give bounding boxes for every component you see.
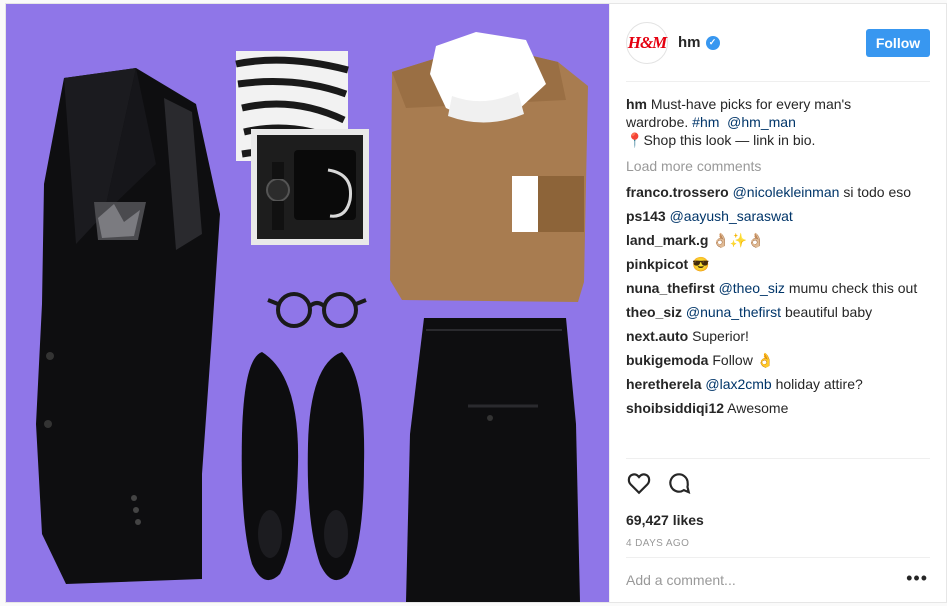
shirt-cuff (512, 176, 538, 232)
comment-item: ps143 @aayush_saraswat (626, 207, 932, 225)
comment-item: shoibsiddiqi12 Awesome (626, 399, 932, 417)
comments-section: hm Must-have picks for every man's wardr… (626, 95, 932, 423)
post-actions: 69,427 likes 4 DAYS AGO (626, 458, 930, 549)
post-caption: hm Must-have picks for every man's wardr… (626, 95, 932, 149)
comment-username[interactable]: pinkpicot (626, 256, 688, 272)
comment-item: next.auto Superior! (626, 327, 932, 345)
verified-badge-icon: ✓ (705, 35, 720, 50)
comment-username[interactable]: ps143 (626, 208, 666, 224)
comment-text: holiday attire? (775, 376, 863, 392)
caption-text-line2: wardrobe. (626, 114, 689, 130)
comment-item: land_mark.g 👌🏼✨👌🏼 (626, 231, 932, 249)
comment-username[interactable]: franco.trossero (626, 184, 729, 200)
comment-text: 😎 (692, 256, 710, 272)
post-header: H&M hm ✓ Follow (626, 4, 930, 82)
comment-item: theo_siz @nuna_thefirst beautiful baby (626, 303, 932, 321)
comment-username[interactable]: shoibsiddiqi12 (626, 400, 724, 416)
comment-icon[interactable] (666, 470, 692, 496)
comment-text: Superior! (692, 328, 749, 344)
comment-item: nuna_thefirst @theo_siz mumu check this … (626, 279, 932, 297)
comment-mention[interactable]: @aayush_saraswat (670, 208, 793, 224)
heart-icon[interactable] (626, 470, 652, 496)
comment-mention[interactable]: @lax2cmb (705, 376, 771, 392)
comment-mention[interactable]: @nicolekleinman (733, 184, 840, 200)
comment-item: pinkpicot 😎 (626, 255, 932, 273)
likes-count[interactable]: 69,427 likes (626, 512, 930, 528)
caption-text-line3: Shop this look — link in bio. (643, 132, 816, 148)
comment-mention[interactable]: @nuna_thefirst (686, 304, 781, 320)
account-username[interactable]: hm (678, 34, 701, 51)
caption-username[interactable]: hm (626, 96, 647, 112)
comment-username[interactable]: heretherela (626, 376, 701, 392)
comment-mention[interactable]: @theo_siz (719, 280, 785, 296)
comment-text: beautiful baby (784, 304, 873, 320)
account-avatar[interactable]: H&M (626, 21, 668, 64)
flatlay-illustration (36, 32, 588, 602)
more-options-icon[interactable]: ••• (906, 569, 928, 587)
comment-username[interactable]: nuna_thefirst (626, 280, 715, 296)
comment-item: franco.trossero @nicolekleinman si todo … (626, 183, 932, 201)
caption-text-line1: Must-have picks for every man's (650, 96, 852, 112)
watch (266, 178, 290, 202)
comment-username[interactable]: land_mark.g (626, 232, 708, 248)
comment-text: 👌🏼✨👌🏼 (712, 232, 765, 248)
pin-icon: 📍 (626, 132, 644, 148)
trousers (406, 318, 580, 602)
add-comment-bar: ••• (626, 557, 930, 602)
comment-item: bukigemoda Follow 👌 (626, 351, 932, 369)
comment-text: Follow 👌 (712, 352, 775, 368)
post-container: H&M hm ✓ Follow hm Must-have picks for e… (5, 3, 947, 603)
caption-mention[interactable]: @hm_man (727, 114, 796, 130)
comment-item: heretherela @lax2cmb holiday attire? (626, 375, 932, 393)
comment-username[interactable]: bukigemoda (626, 352, 708, 368)
comment-username[interactable]: theo_siz (626, 304, 682, 320)
load-more-comments-link[interactable]: Load more comments (626, 157, 932, 175)
glasses (267, 292, 367, 328)
post-sidebar: H&M hm ✓ Follow hm Must-have picks for e… (609, 4, 946, 602)
action-icons (626, 470, 930, 498)
add-comment-input[interactable] (626, 572, 886, 588)
comment-username[interactable]: next.auto (626, 328, 688, 344)
post-timestamp[interactable]: 4 DAYS AGO (626, 538, 930, 549)
follow-button[interactable]: Follow (866, 29, 930, 57)
comment-text: Awesome (727, 400, 789, 416)
comment-text: si todo eso (843, 184, 912, 200)
comment-text: mumu check this out (788, 280, 918, 296)
caption-hashtag[interactable]: #hm (692, 114, 719, 130)
post-image[interactable] (6, 4, 609, 602)
